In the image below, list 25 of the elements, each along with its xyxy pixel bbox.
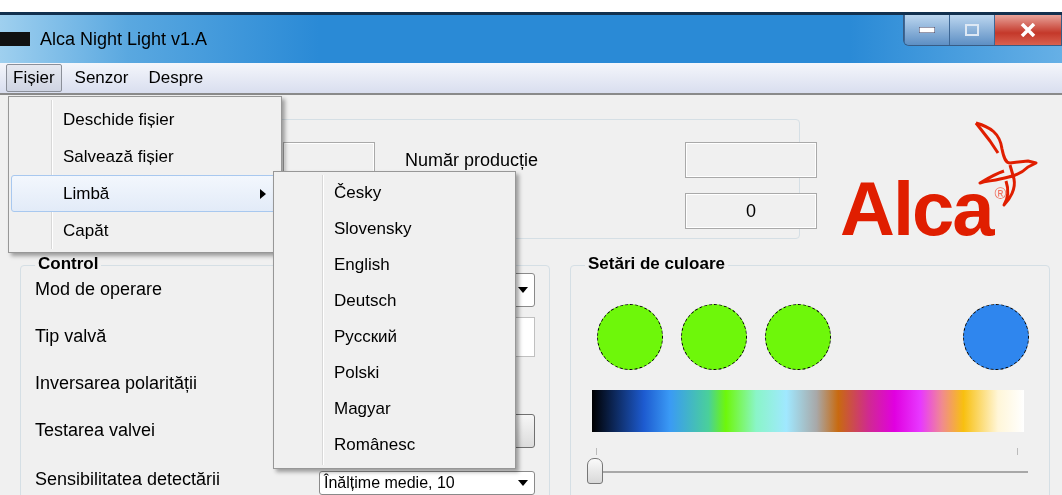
- registered-mark: ®: [994, 185, 1007, 203]
- menu-item[interactable]: Slovensky: [276, 211, 513, 247]
- dropdown[interactable]: Înălțime medie, 10: [319, 471, 535, 495]
- menu-item[interactable]: Despre: [141, 64, 211, 92]
- dropdown-value: Înălțime medie, 10: [324, 475, 455, 491]
- logo-text: Alca: [840, 171, 993, 247]
- counter-field[interactable]: 0: [685, 193, 817, 229]
- menu-item[interactable]: Fișier: [6, 64, 62, 92]
- menu-item[interactable]: English: [276, 247, 513, 283]
- menu-item[interactable]: Русский: [276, 319, 513, 355]
- menu-item[interactable]: Deutsch: [276, 283, 513, 319]
- window-title: Alca Night Light v1.A: [40, 28, 208, 50]
- field-label: Tip valvă: [35, 326, 108, 347]
- menu-item[interactable]: Česky: [276, 175, 513, 211]
- menu-item[interactable]: Senzor: [67, 64, 136, 92]
- menu-item[interactable]: Deschide fișier: [11, 101, 279, 138]
- field-label: Mod de operare: [35, 279, 164, 300]
- menu-item[interactable]: Magyar: [276, 391, 513, 427]
- menu-item[interactable]: Salvează fișier: [11, 138, 279, 175]
- field-label: Sensibilitatea detectării: [35, 469, 222, 490]
- field-label: Testarea valvei: [35, 420, 157, 441]
- field-label: Inversarea polarității: [35, 373, 199, 394]
- menu-item[interactable]: Românesc: [276, 427, 513, 463]
- menu-item[interactable]: Polski: [276, 355, 513, 391]
- field-label: Număr producție: [405, 148, 540, 172]
